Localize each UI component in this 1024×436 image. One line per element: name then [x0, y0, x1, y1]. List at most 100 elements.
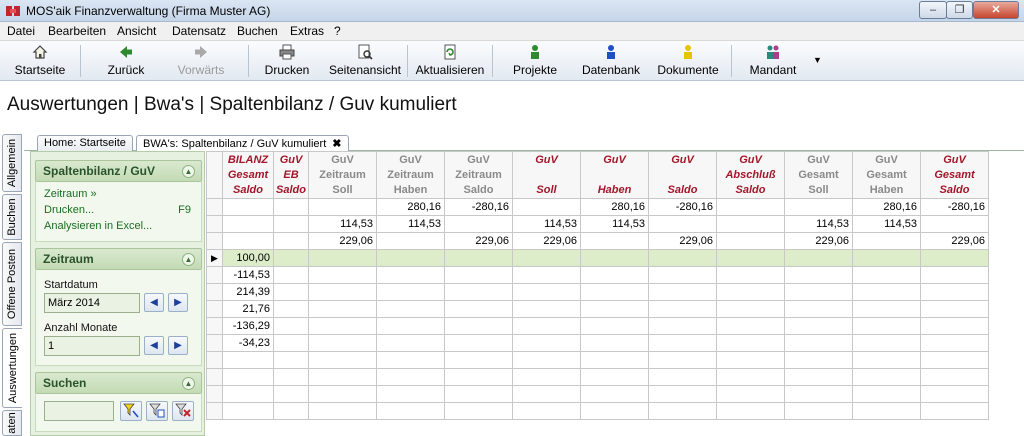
- menu-bearbeiten[interactable]: Bearbeiten: [48, 24, 106, 38]
- table-cell[interactable]: [716, 266, 785, 284]
- table-cell[interactable]: [273, 402, 309, 420]
- monate-next-button[interactable]: ▶: [168, 336, 188, 355]
- anzahl-monate-input[interactable]: [44, 336, 140, 356]
- table-cell[interactable]: [784, 249, 853, 267]
- table-cell[interactable]: [920, 351, 989, 369]
- table-cell[interactable]: [852, 266, 921, 284]
- row-selector[interactable]: [206, 334, 223, 352]
- table-cell[interactable]: [512, 317, 581, 335]
- table-cell[interactable]: [376, 232, 445, 250]
- close-tab-icon[interactable]: ✖: [332, 137, 341, 150]
- table-row[interactable]: 280,16 -280,16 280,16 -280,16 280,16 -280,16: [206, 198, 989, 216]
- table-cell[interactable]: 114,53: [308, 215, 377, 233]
- table-cell[interactable]: [222, 232, 274, 250]
- table-cell[interactable]: [920, 385, 989, 403]
- table-cell[interactable]: -34,23: [222, 334, 274, 352]
- row-selector[interactable]: [206, 385, 223, 403]
- seitenansicht-button[interactable]: Seitenansicht: [326, 44, 404, 80]
- table-row[interactable]: ▶ 100,00: [206, 249, 989, 267]
- row-selector[interactable]: [206, 351, 223, 369]
- table-cell[interactable]: [273, 317, 309, 335]
- table-cell[interactable]: 280,16: [376, 198, 445, 216]
- table-cell[interactable]: [376, 300, 445, 318]
- table-cell[interactable]: [920, 368, 989, 386]
- table-cell[interactable]: [716, 317, 785, 335]
- table-cell[interactable]: [273, 334, 309, 352]
- table-cell[interactable]: -136,29: [222, 317, 274, 335]
- table-cell[interactable]: -280,16: [920, 198, 989, 216]
- column-header[interactable]: GuV Gesamt Saldo: [920, 151, 989, 199]
- monate-prev-button[interactable]: ◀: [144, 336, 164, 355]
- row-selector[interactable]: [206, 283, 223, 301]
- table-cell[interactable]: [920, 402, 989, 420]
- table-cell[interactable]: [222, 368, 274, 386]
- datenbank-button[interactable]: Datenbank: [578, 44, 644, 80]
- table-cell[interactable]: [580, 351, 649, 369]
- dokumente-button[interactable]: Dokumente: [652, 44, 724, 80]
- section-header-suchen[interactable]: Suchen ▲: [35, 372, 202, 394]
- table-cell[interactable]: [580, 334, 649, 352]
- row-selector[interactable]: ▶: [206, 249, 223, 267]
- vtab-buchen[interactable]: Buchen: [2, 194, 22, 240]
- table-cell[interactable]: [648, 317, 717, 335]
- projekte-button[interactable]: Projekte: [508, 44, 562, 80]
- table-cell[interactable]: [273, 198, 309, 216]
- table-cell[interactable]: [716, 385, 785, 403]
- table-cell[interactable]: [512, 266, 581, 284]
- menu-extras[interactable]: Extras: [290, 24, 324, 38]
- table-cell[interactable]: [376, 351, 445, 369]
- table-row[interactable]: 229,06 229,06 229,06 229,06 229,06 229,06: [206, 232, 989, 250]
- table-cell[interactable]: [648, 215, 717, 233]
- table-cell[interactable]: [273, 385, 309, 403]
- table-cell[interactable]: [308, 198, 377, 216]
- menu-ansicht[interactable]: Ansicht: [117, 24, 156, 38]
- table-cell[interactable]: [273, 368, 309, 386]
- table-cell[interactable]: [444, 334, 513, 352]
- table-cell[interactable]: [852, 351, 921, 369]
- table-cell[interactable]: [512, 402, 581, 420]
- doc-tab-startseite[interactable]: Home: Startseite: [37, 135, 133, 151]
- table-cell[interactable]: [852, 385, 921, 403]
- vtab-allgemein[interactable]: Allgemein: [2, 134, 22, 192]
- table-cell[interactable]: [716, 215, 785, 233]
- table-cell[interactable]: [222, 198, 274, 216]
- table-cell[interactable]: [648, 402, 717, 420]
- table-cell[interactable]: [920, 249, 989, 267]
- table-cell[interactable]: [648, 283, 717, 301]
- table-cell[interactable]: [273, 249, 309, 267]
- table-row[interactable]: [206, 402, 989, 420]
- table-row[interactable]: [206, 351, 989, 369]
- table-cell[interactable]: 229,06: [920, 232, 989, 250]
- table-cell[interactable]: [580, 385, 649, 403]
- table-cell[interactable]: [444, 368, 513, 386]
- table-cell[interactable]: [648, 300, 717, 318]
- table-cell[interactable]: 114,53: [580, 215, 649, 233]
- table-cell[interactable]: [273, 266, 309, 284]
- link-zeitraum[interactable]: Zeitraum »: [44, 188, 97, 200]
- column-header[interactable]: BILANZ Gesamt Saldo: [222, 151, 274, 199]
- table-row[interactable]: 114,53 114,53 114,53 114,53 114,53 114,53: [206, 215, 989, 233]
- table-cell[interactable]: [784, 385, 853, 403]
- table-cell[interactable]: [648, 266, 717, 284]
- table-cell[interactable]: [920, 283, 989, 301]
- section-header-zeitraum[interactable]: Zeitraum ▲: [35, 248, 202, 270]
- table-cell[interactable]: -280,16: [444, 198, 513, 216]
- startseite-button[interactable]: Startseite: [10, 44, 70, 80]
- data-grid[interactable]: BILANZ Gesamt Saldo GuV EB Saldo GuV Zeitraum So…: [206, 151, 1024, 436]
- table-cell[interactable]: [376, 402, 445, 420]
- column-header[interactable]: GuV Abschluß Saldo: [716, 151, 785, 199]
- table-cell[interactable]: [444, 283, 513, 301]
- menu-help[interactable]: ?: [334, 24, 341, 38]
- column-header[interactable]: GuV Zeitraum Haben: [376, 151, 445, 199]
- table-cell[interactable]: 229,06: [308, 232, 377, 250]
- table-cell[interactable]: [444, 402, 513, 420]
- table-cell[interactable]: [852, 402, 921, 420]
- table-cell[interactable]: [784, 283, 853, 301]
- table-cell[interactable]: [716, 368, 785, 386]
- column-header[interactable]: GuV Gesamt Soll: [784, 151, 853, 199]
- table-cell[interactable]: [376, 283, 445, 301]
- table-cell[interactable]: [580, 266, 649, 284]
- collapse-icon[interactable]: ▲: [182, 253, 195, 266]
- table-cell[interactable]: [512, 198, 581, 216]
- table-cell[interactable]: [273, 351, 309, 369]
